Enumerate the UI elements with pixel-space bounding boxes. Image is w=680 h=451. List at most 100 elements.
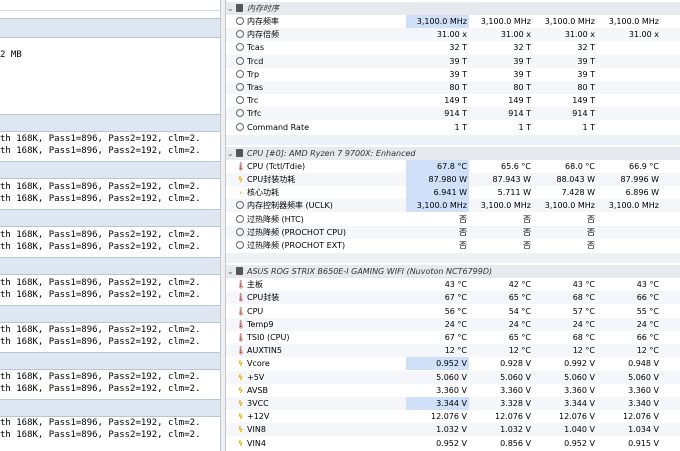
sensor-row[interactable]: Trp 39 T 39 T 39 T [226,68,680,81]
min-value: 3,100.0 MHz [480,201,531,211]
sensor-row[interactable]: ϟ Vcore 0.952 V 0.928 V 0.992 V 0.948 V [226,357,680,371]
sensor-name: Temp9 [247,319,274,329]
log-line: th 168K, Pass1=896, Pass2=192, clm=2. [0,290,201,300]
max-value: 3,100.0 MHz [544,17,595,26]
sensor-row[interactable]: ϟ +12V 12.076 V 12.076 V 12.076 V 12.076 V [226,410,680,423]
sensor-row[interactable]: 🌡 Temp9 24 °C 24 °C 24 °C 24 °C [226,317,680,331]
section-title: CPU [#0]: AMD Ryzen 7 9700X: Enhanced [247,148,416,158]
sensor-name: Trfc [247,109,262,119]
sensor-row[interactable]: Trfc 914 T 914 T 914 T [226,107,680,121]
avg-value: 5.060 V [628,372,659,382]
max-value: 1 T [582,122,595,132]
min-value: 否 [523,241,531,250]
sensor-name: VIN8 [247,425,266,435]
sensor-panel[interactable]: ⌄ 内存时序 内存频率 3,100.0 MHz 3,100.0 MHz 3,100.0 M… [226,0,680,451]
log-pane: 2 MB th 168K, Pass1=896, Pass2=192, clm=2… [0,0,220,451]
sensor-row[interactable]: Tras 80 T 80 T 80 T [226,81,680,94]
sensor-row[interactable]: 🌡 CPU (Tctl/Tdie) 67.8 °C 65.6 °C 68.0 °C 66.… [226,159,680,173]
current-value: 56 °C [444,306,467,316]
max-value: 914 T [572,109,595,119]
min-value: 5.060 V [500,372,531,382]
current-value: 3.344 V [406,397,469,410]
sensor-row[interactable]: Trc 149 T 149 T 149 T [226,94,680,107]
avg-value [597,107,661,120]
min-value: 65 °C [508,333,531,342]
section-header[interactable]: ⌄ ASUS ROG STRIX B650E-I GAMING WIFI (Nuv… [226,265,680,279]
sensor-row[interactable]: 🌡 TSI0 (CPU) 67 °C 65 °C 68 °C 66 °C [226,331,680,344]
clock-icon [236,56,244,65]
min-value: 39 T [513,56,531,66]
thermometer-icon: 🌡 [236,306,247,316]
sensor-row[interactable]: 内存控制器频率 (UCLK) 3,100.0 MHz 3,100.0 MHz 3,10… [226,199,680,213]
min-value: 3,100.0 MHz [480,17,531,26]
sensor-name: 过热降频 (PROCHOT CPU) [247,227,347,237]
sensor-row[interactable]: 内存频率 3,100.0 MHz 3,100.0 MHz 3,100.0 MHz 3,1… [226,15,680,28]
section-header[interactable]: ⌄ CPU [#0]: AMD Ryzen 7 9700X: Enhanced [226,146,680,160]
sensor-name: CPU封装 [247,293,280,303]
sensor-row[interactable]: Tcas 32 T 32 T 32 T [226,41,680,54]
avg-value: 0.948 V [628,359,659,369]
collapse-toggle-icon[interactable]: ⌄ [227,147,234,160]
sensor-name: AVSB [247,385,268,395]
collapse-toggle-icon[interactable]: ⌄ [227,2,234,15]
sensor-row[interactable]: 内存倍频 31.00 x 31.00 x 31.00 x 31.00 x [226,28,680,42]
min-value: 914 T [508,109,531,119]
log-header-bar [0,399,220,417]
sensor-row[interactable]: ϟ +5V 5.060 V 5.060 V 5.060 V 5.060 V [226,370,680,384]
section-header[interactable]: ⌄ 内存时序 [226,2,680,15]
sensor-row[interactable]: 过热降频 (HTC) 否 否 否 [226,213,680,226]
max-value: 12 °C [572,346,595,356]
max-value: 68 °C [572,293,595,303]
sensor-row[interactable]: Trcd 39 T 39 T 39 T [226,54,680,68]
avg-value: 0.915 V [628,438,659,448]
sensor-row[interactable]: 过热降频 (PROCHOT CPU) 否 否 否 [226,225,680,239]
sensor-row[interactable]: 🌡 CPU 56 °C 54 °C 57 °C 55 °C [226,305,680,318]
current-value: 12 °C [444,346,467,356]
current-value: 32 T [449,43,467,53]
collapse-toggle-icon[interactable]: ⌄ [227,265,234,278]
avg-value: 3.360 V [628,385,659,395]
max-value: 否 [587,241,595,250]
max-value: 57 °C [572,306,595,316]
voltage-icon: ϟ [237,372,244,382]
avg-value: 3,100.0 MHz [608,17,659,26]
sensor-row[interactable]: 🌡 主板 43 °C 42 °C 43 °C 43 °C [226,278,680,291]
sensor-name: Trc [247,96,259,106]
min-value: 0.856 V [500,438,531,448]
sensor-name: Tras [247,83,264,92]
sensor-row[interactable]: 🌡 AUXTIN5 12 °C 12 °C 12 °C 12 °C [226,344,680,358]
clock-icon [236,17,244,25]
sensor-row[interactable]: › 核心功耗 6.941 W 5.711 W 7.428 W 6.896 W [226,186,680,200]
min-value: 5.711 W [497,188,531,198]
avg-value: 3,100.0 MHz [608,201,659,211]
current-value: 31.00 x [436,30,467,40]
sensor-name: 过热降频 (HTC) [247,214,304,224]
avg-value: 1.034 V [628,425,659,435]
max-value: 68 °C [572,333,595,342]
avg-value [597,94,661,107]
current-value: 否 [459,214,467,224]
sensor-row[interactable]: 🌡 CPU封装 67 °C 65 °C 68 °C 66 °C [226,291,680,305]
avg-value [597,55,661,68]
sensor-row[interactable]: ϟ CPU封装功耗 87.980 W 87.943 W 88.043 W 87.996 W [226,173,680,186]
current-value: 否 [459,241,467,250]
avg-value [597,239,661,252]
section-gap [226,253,680,264]
sensor-row[interactable]: ϟ VIN8 1.032 V 1.032 V 1.040 V 1.034 V [226,423,680,437]
min-value: 否 [523,227,531,237]
sensor-row[interactable]: 过热降频 (PROCHOT EXT) 否 否 否 [226,239,680,252]
current-value: 39 T [449,56,467,66]
clock-icon [236,43,244,52]
max-value: 12.076 V [558,412,595,422]
clock-icon [236,241,244,249]
sensor-name: 内存控制器频率 (UCLK) [247,201,333,211]
max-value: 68.0 °C [565,161,595,171]
avg-value [597,226,661,239]
min-value: 3.328 V [500,399,531,408]
sensor-row[interactable]: Command Rate 1 T 1 T 1 T [226,121,680,134]
sensor-row[interactable]: ϟ 3VCC 3.344 V 3.328 V 3.344 V 3.340 V [226,397,680,410]
max-value: 否 [587,227,595,237]
clock-icon [236,109,244,118]
sensor-row[interactable]: ϟ VIN4 0.952 V 0.856 V 0.952 V 0.915 V [226,437,680,450]
sensor-row[interactable]: ϟ AVSB 3.360 V 3.360 V 3.360 V 3.360 V [226,384,680,397]
